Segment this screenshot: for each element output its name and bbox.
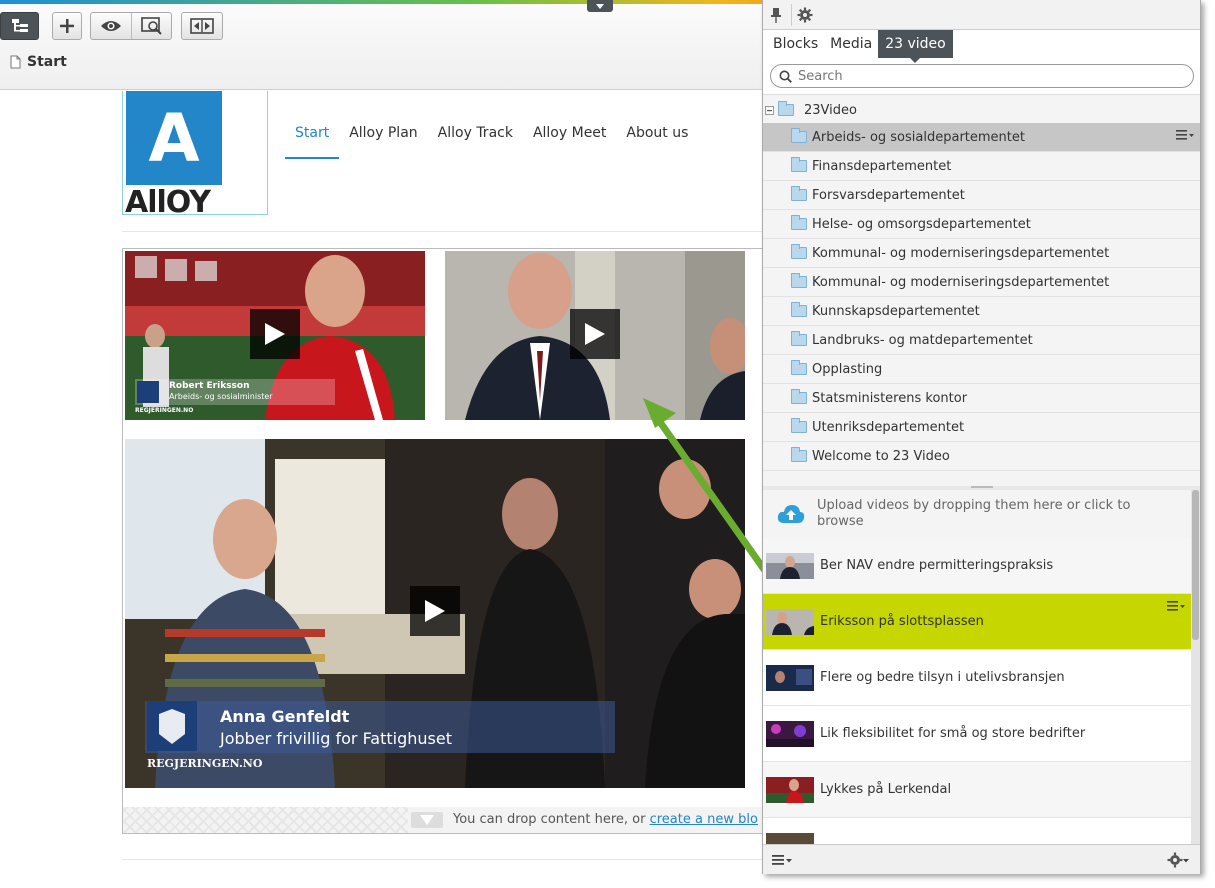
folder-label: Forsvarsdepartementet (812, 187, 965, 203)
folder-icon (791, 418, 807, 433)
pin-icon (771, 8, 781, 23)
folder-item[interactable]: Kommunal- og moderniseringsdepartementet (763, 268, 1200, 297)
panel-footer (763, 844, 1200, 874)
video-item[interactable]: Lik fleksibilitet for små og store bedri… (763, 706, 1191, 762)
panel-settings-button[interactable] (791, 4, 817, 26)
assets-panel: Blocks Media 23 video 23Video Arbeids- o… (762, 0, 1201, 874)
folder-item[interactable]: Helse- og omsorgsdepartementet (763, 210, 1200, 239)
gear-icon (1167, 852, 1189, 868)
folder-item[interactable]: Opplasting (763, 355, 1200, 384)
video-title: Lykkes på Lerkendal (820, 782, 952, 797)
folder-label: Finansdepartementet (812, 158, 952, 174)
video-thumbnail (766, 664, 814, 691)
folder-icon (791, 273, 807, 288)
folder-icon (791, 302, 807, 317)
folder-icon (791, 331, 807, 346)
search-input[interactable] (798, 68, 1178, 84)
upload-hint: Upload videos by dropping them here or c… (817, 498, 1131, 529)
folder-icon (791, 447, 807, 462)
video-item-selected[interactable]: Eriksson på slottsplassen (763, 594, 1191, 650)
video-list: Ber NAV endre permitteringspraksis Eriks… (763, 538, 1191, 844)
video-title: Eriksson på slottsplassen (820, 614, 984, 629)
video-item[interactable]: Lykkes på Lerkendal (763, 762, 1191, 818)
folder-label: Kommunal- og moderniseringsdepartementet (812, 245, 1110, 261)
folder-icon (778, 101, 794, 116)
menu-icon (1176, 130, 1194, 140)
folder-label: Statsministerens kontor (812, 390, 968, 406)
video-list-scrollbar[interactable] (1191, 490, 1200, 844)
folder-label: Welcome to 23 Video (812, 448, 950, 464)
folder-context-menu[interactable] (1176, 130, 1194, 140)
footer-settings-button[interactable] (1167, 852, 1189, 868)
folder-icon (791, 128, 807, 143)
folder-label: Kommunal- og moderniseringsdepartementet (812, 274, 1110, 290)
menu-icon (772, 855, 792, 865)
folder-icon (791, 215, 807, 230)
folder-item[interactable]: Kunnskapsdepartementet (763, 297, 1200, 326)
video-thumbnail (766, 776, 814, 803)
folder-item[interactable]: Kommunal- og moderniseringsdepartementet (763, 239, 1200, 268)
tree-root[interactable]: 23Video (765, 99, 857, 121)
folder-icon (791, 186, 807, 201)
folder-icon (791, 360, 807, 375)
item-context-menu[interactable] (1167, 601, 1185, 611)
upload-dropzone[interactable]: Upload videos by dropping them here or c… (763, 490, 1191, 538)
list-options-button[interactable] (772, 855, 792, 865)
collapse-icon[interactable] (765, 105, 774, 115)
tab-media[interactable]: Media (824, 36, 878, 58)
video-title: Flere og bedre tilsyn i utelivsbransjen (820, 670, 1065, 685)
video-thumbnail (766, 720, 814, 747)
folder-label: Helse- og omsorgsdepartementet (812, 216, 1031, 232)
folder-label: Arbeids- og sosialdepartementet (812, 129, 1025, 145)
video-item[interactable]: Flere og bedre tilsyn i utelivsbransjen (763, 650, 1191, 706)
folder-label: Landbruks- og matdepartementet (812, 332, 1033, 348)
video-thumbnail (766, 552, 814, 579)
folder-icon (791, 157, 807, 172)
gear-icon (797, 7, 812, 23)
folder-item[interactable]: Arbeids- og sosialdepartementet (763, 123, 1200, 152)
scrollbar-thumb[interactable] (1192, 490, 1199, 640)
tree-root-label: 23Video (804, 102, 857, 118)
folder-item[interactable]: Utenriksdepartementet (763, 413, 1200, 442)
folder-label: Utenriksdepartementet (812, 419, 965, 435)
folder-tree: 23Video Arbeids- og sosialdepartementet F… (763, 94, 1200, 486)
video-title: Ber NAV endre permitteringspraksis (820, 558, 1054, 573)
pin-button[interactable] (763, 4, 789, 26)
video-item[interactable]: Ber NAV endre permitteringspraksis (763, 538, 1191, 594)
video-thumbnail (766, 608, 814, 635)
search-icon (779, 70, 792, 83)
video-thumbnail (766, 832, 814, 844)
folder-item[interactable]: Forsvarsdepartementet (763, 181, 1200, 210)
video-title: Lik fleksibilitet for små og store bedri… (820, 726, 1086, 741)
folder-item[interactable]: Finansdepartementet (763, 152, 1200, 181)
panel-header (763, 0, 1200, 30)
search-box (770, 64, 1194, 88)
cloud-upload-icon (777, 505, 805, 523)
folder-label: Opplasting (812, 361, 883, 377)
menu-icon (1167, 601, 1185, 611)
folder-item[interactable]: Statsministerens kontor (763, 384, 1200, 413)
folder-item[interactable]: Landbruks- og matdepartementet (763, 326, 1200, 355)
tab-23-video[interactable]: 23 video (878, 30, 953, 63)
folder-icon (791, 244, 807, 259)
panel-tabs: Blocks Media 23 video (763, 30, 1200, 63)
folder-item[interactable]: Welcome to 23 Video (763, 442, 1200, 471)
folder-icon (791, 389, 807, 404)
folder-label: Kunnskapsdepartementet (812, 303, 980, 319)
tab-blocks[interactable]: Blocks (767, 36, 824, 58)
video-item[interactable] (763, 818, 1191, 844)
